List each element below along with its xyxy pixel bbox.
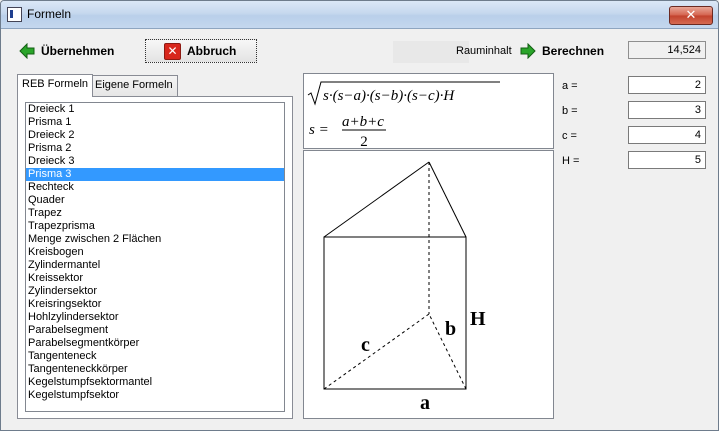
tab-eigene-formeln[interactable]: Eigene Formeln	[90, 75, 178, 96]
list-item[interactable]: Hohlzylindersektor	[26, 311, 284, 324]
list-item[interactable]: Quader	[26, 194, 284, 207]
formula-display: s·(s−a)·(s−b)·(s−c)·H s = a+b+c 2	[303, 73, 554, 150]
prism-drawing: c b H a	[303, 150, 554, 419]
list-item[interactable]: Kegelstumpfsektor	[26, 389, 284, 402]
list-item[interactable]: Tangenteneckkörper	[26, 363, 284, 376]
prism-hidden-c	[323, 313, 430, 390]
window-title: Formeln	[27, 7, 72, 21]
param-b-label: b =	[562, 105, 578, 117]
list-item[interactable]: Tangenteneck	[26, 350, 284, 363]
prism-back-face	[323, 236, 467, 390]
list-item[interactable]: Zylindermantel	[26, 259, 284, 272]
list-item[interactable]: Dreieck 2	[26, 129, 284, 142]
calculate-label: Berechnen	[542, 44, 605, 58]
result-value: 14,524	[628, 41, 706, 59]
list-item[interactable]: Prisma 3	[26, 168, 284, 181]
param-c-input[interactable]: 4	[628, 126, 706, 144]
prism-top-edge-left	[323, 161, 430, 238]
prism-svg: c b H a	[323, 161, 486, 414]
green-arrow-right-icon	[520, 43, 536, 59]
list-item[interactable]: Dreieck 3	[26, 155, 284, 168]
list-item[interactable]: Parabelsegmentkörper	[26, 337, 284, 350]
label-c: c	[361, 334, 370, 356]
formula-line1: s·(s−a)·(s−b)·(s−c)·H	[323, 88, 455, 104]
accept-label: Übernehmen	[41, 44, 115, 58]
app-icon	[7, 7, 22, 22]
formula-svg: s·(s−a)·(s−b)·(s−c)·H s = a+b+c 2	[307, 81, 500, 150]
list-item[interactable]: Menge zwischen 2 Flächen	[26, 233, 284, 246]
prism-top-edge-right	[428, 161, 467, 238]
list-item[interactable]: Zylindersektor	[26, 285, 284, 298]
list-item[interactable]: Dreieck 1	[26, 103, 284, 116]
formula-s-lhs: s =	[309, 122, 329, 138]
tab-page-reb-formeln: Dreieck 1 Prisma 1 Dreieck 2 Prisma 2 Dreiec…	[17, 96, 293, 419]
formeln-window: Formeln ✕ Übernehmen ✕ Abbruch Rauminhal…	[0, 0, 719, 431]
cancel-label: Abbruch	[187, 44, 237, 58]
result-label: Rauminhalt	[456, 45, 512, 57]
param-b-input[interactable]: 3	[628, 101, 706, 119]
param-c-label: c =	[562, 130, 577, 142]
title-bar: Formeln ✕	[1, 1, 718, 29]
param-h-input[interactable]: 5	[628, 151, 706, 169]
cancel-button[interactable]: ✕ Abbruch	[145, 39, 257, 63]
tab-reb-formeln[interactable]: REB Formeln	[17, 74, 94, 97]
green-arrow-left-icon	[19, 43, 35, 59]
label-a: a	[420, 392, 430, 414]
formula-denominator: 2	[360, 134, 368, 148]
formula-numerator: a+b+c	[342, 114, 384, 130]
close-button[interactable]: ✕	[669, 6, 713, 25]
label-b: b	[445, 318, 456, 340]
formula-listbox[interactable]: Dreieck 1 Prisma 1 Dreieck 2 Prisma 2 Dreiec…	[25, 102, 285, 412]
param-h-label: H =	[562, 155, 580, 167]
param-a-label: a =	[562, 80, 578, 92]
list-item[interactable]: Kreisringsektor	[26, 298, 284, 311]
calculate-button[interactable]: Berechnen	[520, 39, 604, 63]
list-item[interactable]: Trapez	[26, 207, 284, 220]
label-h: H	[470, 308, 486, 330]
list-item[interactable]: Prisma 1	[26, 116, 284, 129]
red-x-icon: ✕	[164, 42, 181, 60]
list-item[interactable]: Kegelstumpfsektormantel	[26, 376, 284, 389]
list-item[interactable]: Parabelsegment	[26, 324, 284, 337]
list-item[interactable]: Kreissektor	[26, 272, 284, 285]
param-a-input[interactable]: 2	[628, 76, 706, 94]
list-item[interactable]: Prisma 2	[26, 142, 284, 155]
list-item[interactable]: Kreisbogen	[26, 246, 284, 259]
accept-button[interactable]: Übernehmen	[19, 39, 114, 63]
list-item[interactable]: Rechteck	[26, 181, 284, 194]
list-item[interactable]: Trapezprisma	[26, 220, 284, 233]
